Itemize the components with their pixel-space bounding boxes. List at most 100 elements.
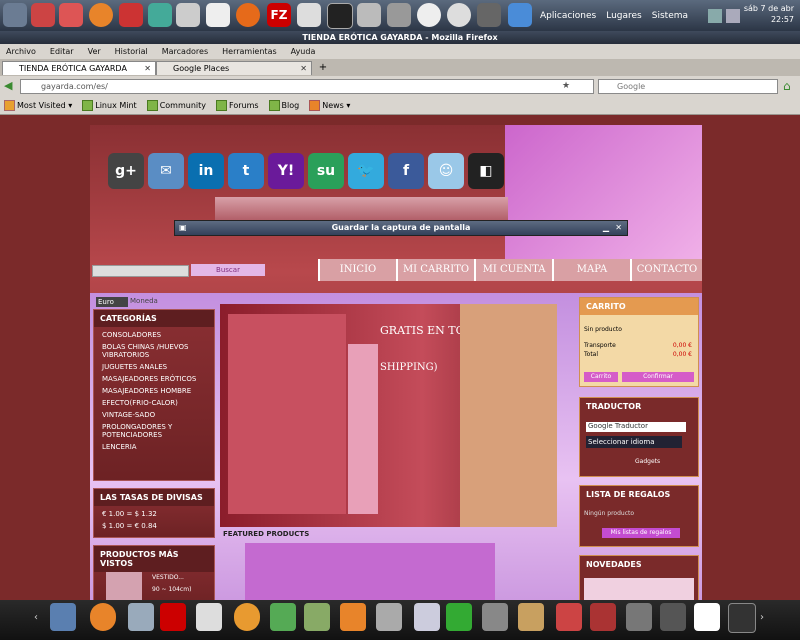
menu-herramientas[interactable]: Herramientas bbox=[222, 47, 277, 56]
stumbleupon-icon[interactable]: su bbox=[308, 153, 344, 189]
bookmark-most-visited[interactable]: Most Visited ▾ bbox=[4, 100, 72, 111]
new-tab-icon[interactable]: + bbox=[316, 62, 330, 74]
places-launcher-icon[interactable] bbox=[59, 3, 83, 27]
linkedin-icon[interactable]: in bbox=[188, 153, 224, 189]
nav-inicio[interactable]: INICIO bbox=[318, 259, 396, 281]
printer-icon[interactable] bbox=[387, 3, 411, 27]
category-item[interactable]: EFECTO(FRIO-CALOR) bbox=[102, 399, 206, 407]
nav-mi-carrito[interactable]: MI CARRITO bbox=[396, 259, 474, 281]
dock-launcher-icon[interactable] bbox=[50, 603, 76, 631]
screenshot-dialog-titlebar[interactable]: Guardar la captura de pantalla ▣ ▁ ✕ bbox=[174, 220, 628, 236]
menu-sistema[interactable]: Sistema bbox=[652, 11, 688, 21]
featured-products-grid[interactable] bbox=[245, 543, 495, 600]
dialog-menu-icon[interactable]: ▣ bbox=[179, 221, 187, 235]
bookmark-community[interactable]: Community bbox=[146, 100, 206, 111]
category-item[interactable]: MASAJEADORES HOMBRE bbox=[102, 387, 206, 395]
screenshot-icon[interactable] bbox=[357, 3, 381, 27]
confirm-button[interactable]: Confirmar bbox=[622, 372, 694, 382]
dock-trash-icon[interactable] bbox=[376, 603, 402, 631]
category-item[interactable]: CONSOLADORES bbox=[102, 331, 206, 339]
java-icon[interactable] bbox=[206, 3, 230, 27]
dock-video-icon[interactable] bbox=[518, 603, 544, 631]
dock-firefox-icon[interactable] bbox=[90, 603, 116, 631]
bookmark-star-icon[interactable]: ★ bbox=[562, 81, 572, 91]
bookmark-news[interactable]: News ▾ bbox=[309, 100, 350, 111]
dock-speaker-icon[interactable] bbox=[482, 603, 508, 631]
category-item[interactable]: JUGUETES ANALES bbox=[102, 363, 206, 371]
dock-scroll-left-icon[interactable]: ‹ bbox=[34, 612, 38, 623]
cursor-icon[interactable] bbox=[508, 3, 532, 27]
nav-mapa[interactable]: MAPA bbox=[552, 259, 630, 281]
language-select[interactable]: Seleccionar idioma bbox=[586, 436, 682, 448]
dock-device-icon[interactable] bbox=[694, 603, 720, 631]
dock-clock-icon[interactable] bbox=[234, 603, 260, 631]
dock-rss-icon[interactable] bbox=[340, 603, 366, 631]
site-search-button[interactable]: Buscar bbox=[191, 264, 265, 276]
dock-app-icon[interactable] bbox=[556, 603, 582, 631]
network-icon[interactable] bbox=[447, 3, 471, 27]
webcam-icon[interactable] bbox=[176, 3, 200, 27]
close-tab-icon[interactable]: ✕ bbox=[144, 62, 151, 76]
installer-icon[interactable] bbox=[297, 3, 321, 27]
menu-marcadores[interactable]: Marcadores bbox=[162, 47, 208, 56]
clock[interactable]: sáb 7 de abr 22:57 bbox=[744, 3, 794, 25]
home-icon[interactable]: ⌂ bbox=[783, 80, 796, 93]
media-player-icon[interactable] bbox=[148, 3, 172, 27]
nav-mi-cuenta[interactable]: MI CUENTA bbox=[474, 259, 552, 281]
cart-button[interactable]: Carrito bbox=[584, 372, 618, 382]
menu-lugares[interactable]: Lugares bbox=[606, 11, 642, 21]
dock-app-icon[interactable] bbox=[626, 603, 652, 631]
category-item[interactable]: PROLONGADORES Y POTENCIADORES bbox=[102, 423, 206, 439]
menu-historial[interactable]: Historial bbox=[115, 47, 148, 56]
reddit-icon[interactable]: ☺ bbox=[428, 153, 464, 189]
dock-scroll-right-icon[interactable]: › bbox=[760, 612, 764, 623]
home-launcher-icon[interactable] bbox=[31, 3, 55, 27]
dock-app-icon[interactable] bbox=[590, 603, 616, 631]
menu-ver[interactable]: Ver bbox=[88, 47, 101, 56]
back-arrow-icon[interactable]: ◀ bbox=[4, 80, 16, 92]
terminal-icon[interactable] bbox=[327, 3, 353, 29]
gadgets-link[interactable]: Gadgets bbox=[635, 458, 660, 465]
dock-files-icon[interactable] bbox=[128, 603, 154, 631]
firefox-launcher-icon[interactable] bbox=[89, 3, 113, 27]
signal-icon[interactable] bbox=[708, 9, 722, 23]
tuenti-icon[interactable]: t bbox=[228, 153, 264, 189]
menu-archivo[interactable]: Archivo bbox=[6, 47, 36, 56]
tab-tienda[interactable]: TIENDA ERÓTICA GAYARDA ✕ bbox=[2, 61, 156, 75]
dock-upload-icon[interactable] bbox=[414, 603, 440, 631]
category-item[interactable]: MASAJEADORES ERÓTICOS bbox=[102, 375, 206, 383]
menu-ayuda[interactable]: Ayuda bbox=[291, 47, 316, 56]
dock-terminal-icon[interactable] bbox=[728, 603, 756, 633]
tool-launcher-icon[interactable] bbox=[119, 3, 143, 27]
nav-contacto[interactable]: CONTACTO bbox=[630, 259, 702, 281]
most-viewed-line[interactable]: VESTIDO... bbox=[152, 574, 184, 581]
gift-list-button[interactable]: Mis listas de regalos bbox=[602, 528, 680, 538]
promo-slider[interactable]: GRATIS EN TODO SHIPPING) bbox=[220, 304, 557, 527]
menu-editar[interactable]: Editar bbox=[50, 47, 74, 56]
facebook-icon[interactable]: f bbox=[388, 153, 424, 189]
news-product-image[interactable] bbox=[584, 578, 694, 600]
product-thumbnail[interactable] bbox=[106, 572, 142, 600]
dock-mint-icon[interactable] bbox=[270, 603, 296, 631]
bookmark-blog[interactable]: Blog bbox=[268, 100, 299, 111]
url-bar[interactable]: gayarda.com/es/ bbox=[20, 79, 594, 94]
bookmark-forums[interactable]: Forums bbox=[216, 100, 259, 111]
bookmark-linux-mint[interactable]: Linux Mint bbox=[82, 100, 137, 111]
category-item[interactable]: BOLAS CHINAS /HUEVOS VIBRATORIOS bbox=[102, 343, 206, 359]
delicious-icon[interactable]: ◧ bbox=[468, 153, 504, 189]
currency-select[interactable]: Euro bbox=[96, 297, 128, 307]
search-bar[interactable]: Google bbox=[598, 79, 778, 94]
volume-icon[interactable] bbox=[726, 9, 740, 23]
category-item[interactable]: LENCERIA bbox=[102, 443, 206, 451]
dock-monitor-icon[interactable] bbox=[196, 603, 222, 631]
site-search-input[interactable] bbox=[92, 265, 189, 277]
firefox-icon[interactable] bbox=[236, 3, 260, 27]
terminal-launcher-icon[interactable] bbox=[3, 3, 27, 27]
dock-app-icon[interactable] bbox=[660, 603, 686, 631]
category-item[interactable]: VINTAGE-SADO bbox=[102, 411, 206, 419]
dock-folder-icon[interactable] bbox=[304, 603, 330, 631]
menu-aplicaciones[interactable]: Aplicaciones bbox=[540, 11, 596, 21]
yahoo-icon[interactable]: Y! bbox=[268, 153, 304, 189]
filezilla-icon[interactable]: FZ bbox=[267, 3, 291, 27]
dock-exit-icon[interactable] bbox=[446, 603, 472, 631]
